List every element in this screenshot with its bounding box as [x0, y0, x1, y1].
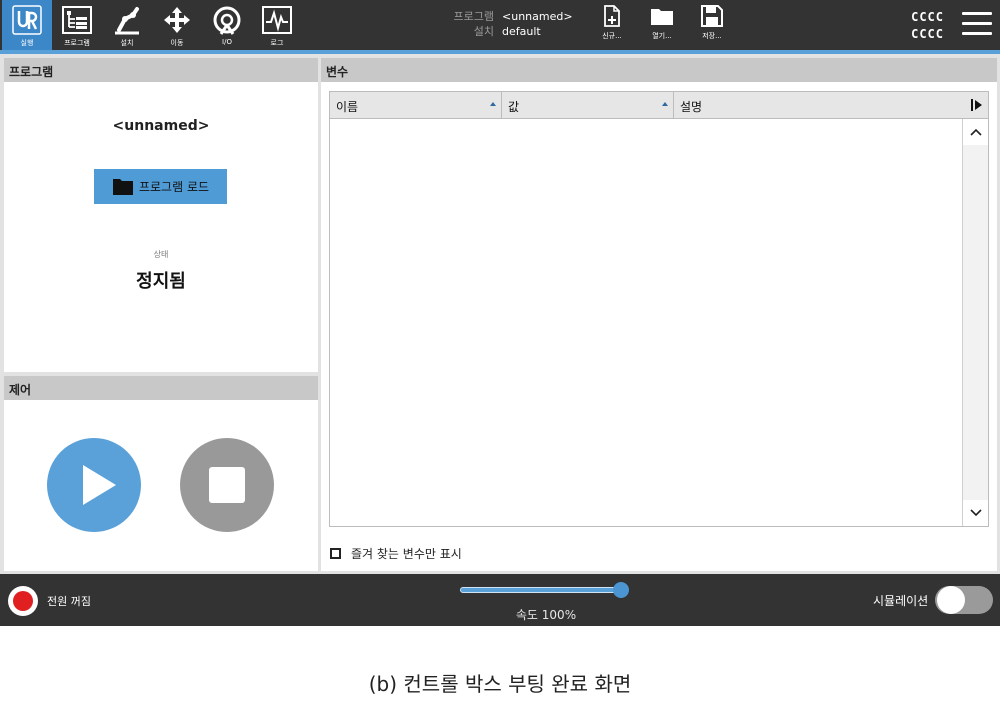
checkbox-box[interactable] [330, 548, 341, 559]
play-button[interactable] [47, 438, 141, 532]
program-info: 프로그램 <unnamed> 설치 default [440, 9, 573, 39]
speed-slider[interactable] [460, 587, 622, 593]
folder-icon [112, 179, 133, 195]
speed-slider-handle[interactable] [613, 582, 629, 598]
nav-log-label: 로그 [270, 39, 284, 47]
new-file-button[interactable]: 신규... [592, 5, 632, 41]
nav-program-label: 프로그램 [64, 39, 90, 47]
installation-info-value: default [502, 25, 541, 38]
program-icon [62, 6, 92, 34]
power-status-label: 전원 꺼짐 [47, 595, 91, 608]
scroll-down-button[interactable] [963, 500, 988, 526]
bottom-toolbar: 전원 꺼짐 속도 100% 시뮬레이션 [0, 574, 1000, 626]
speed-label: 속도 100% [515, 608, 577, 622]
variables-table: 이름 값 설명 [329, 91, 989, 527]
favorites-only-label: 즐겨 찾는 변수만 표시 [351, 547, 462, 561]
program-name: <unnamed> [112, 118, 210, 134]
new-file-label: 신규... [602, 32, 622, 40]
load-program-button[interactable]: 프로그램 로드 [94, 169, 227, 204]
stop-icon [209, 467, 245, 503]
nav-io-label: I/O [222, 38, 232, 46]
variables-panel: 변수 이름 값 설명 즐겨 찾는 변수만 표시 [321, 58, 997, 571]
vertical-scrollbar[interactable] [962, 119, 988, 526]
nav-move[interactable]: 이동 [152, 0, 202, 50]
status-value: 정지됨 [136, 271, 186, 292]
scroll-up-button[interactable] [963, 119, 988, 145]
figure-caption: (b) 컨트롤 박스 부팅 완료 화면 [368, 672, 632, 696]
log-icon [262, 6, 292, 34]
load-program-label: 프로그램 로드 [138, 180, 210, 194]
ur-logo-icon [12, 5, 42, 35]
installation-icon [115, 7, 139, 35]
stop-button[interactable] [180, 438, 274, 532]
program-info-key: 프로그램 [453, 10, 494, 23]
status-indicator-text: CCCC CCCC [911, 9, 944, 43]
simulation-label: 시뮬레이션 [873, 594, 929, 608]
nav-program[interactable]: 프로그램 [52, 0, 102, 50]
nav-move-label: 이동 [170, 39, 184, 47]
variables-panel-title: 변수 [321, 58, 997, 82]
column-header-description-label: 설명 [680, 100, 703, 114]
open-file-button[interactable]: 열기... [642, 5, 682, 41]
open-file-label: 열기... [652, 32, 672, 40]
status-label: 상태 [153, 250, 169, 259]
top-toolbar: 실행 프로그램 설치 이동 I/O 로그 프로그램 <unnamed> 설치 d… [0, 0, 1000, 50]
column-header-name-label: 이름 [336, 100, 359, 114]
folder-icon [651, 9, 673, 25]
status-line-2: CCCC [911, 27, 944, 41]
table-header: 이름 값 설명 [330, 92, 988, 119]
save-icon [701, 5, 723, 27]
nav-installation-label: 설치 [120, 39, 134, 47]
io-icon [213, 6, 241, 35]
program-info-value: <unnamed> [502, 10, 573, 23]
new-file-icon [604, 5, 620, 27]
save-file-label: 저장... [702, 32, 722, 40]
chevron-down-icon [969, 509, 982, 517]
column-selector-icon[interactable] [970, 97, 984, 113]
sort-ascending-icon [490, 102, 496, 106]
nav-io[interactable]: I/O [202, 0, 252, 50]
hamburger-menu-icon[interactable] [962, 12, 992, 38]
program-panel-title: 프로그램 [4, 58, 318, 82]
column-header-name[interactable]: 이름 [330, 92, 502, 118]
power-button[interactable] [8, 586, 38, 616]
nav-run[interactable]: 실행 [2, 0, 52, 50]
move-icon [164, 7, 190, 33]
column-header-value[interactable]: 값 [502, 92, 674, 118]
nav-log[interactable]: 로그 [252, 0, 302, 50]
simulation-toggle-knob[interactable] [937, 586, 965, 614]
chevron-up-icon [969, 128, 982, 136]
installation-info-key: 설치 [473, 25, 494, 38]
play-icon [83, 465, 116, 505]
status-line-1: CCCC [911, 10, 944, 24]
nav-run-label: 실행 [20, 39, 34, 47]
control-panel-title: 제어 [4, 376, 318, 400]
sort-ascending-icon [662, 102, 668, 106]
control-panel: 제어 [4, 376, 318, 571]
column-header-description[interactable]: 설명 [674, 92, 988, 118]
favorites-only-checkbox[interactable]: 즐겨 찾는 변수만 표시 [330, 545, 462, 562]
save-file-button[interactable]: 저장... [692, 5, 732, 41]
column-header-value-label: 값 [508, 100, 520, 114]
nav-installation[interactable]: 설치 [102, 0, 152, 50]
program-panel: 프로그램 <unnamed> 프로그램 로드 상태 정지됨 [4, 58, 318, 372]
